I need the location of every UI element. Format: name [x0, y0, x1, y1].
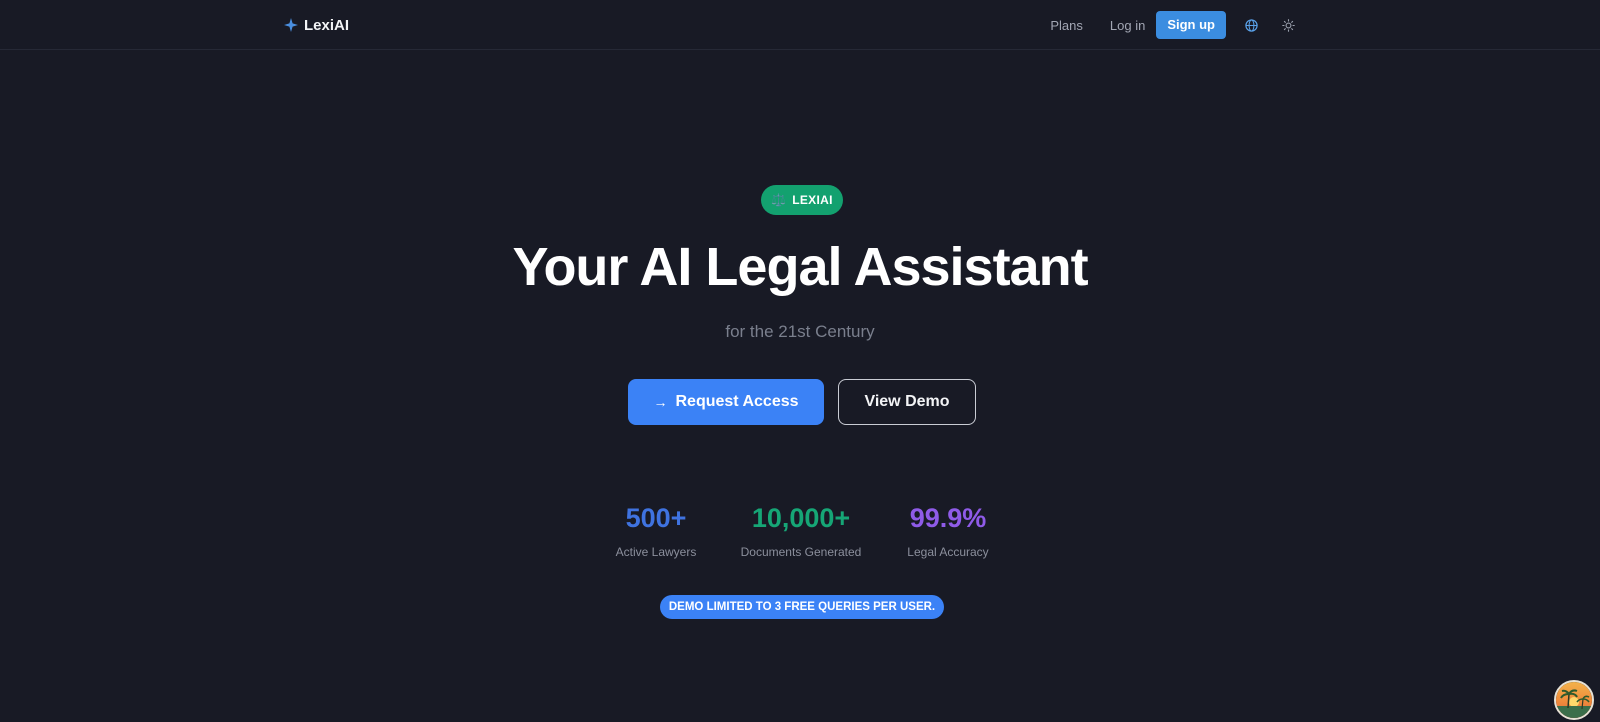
stat-value: 99.9%	[909, 503, 987, 533]
stat-label: Active Lawyers	[615, 545, 697, 559]
stat-documents-generated: 10,000+ Documents Generated	[730, 500, 872, 559]
product-badge: ⚖️ LEXIAI	[761, 185, 843, 215]
stat-active-lawyers: 500+ Active Lawyers	[606, 500, 706, 559]
nav-link-login[interactable]: Log in	[1110, 18, 1145, 33]
scales-icon: ⚖️	[771, 193, 787, 207]
top-navbar: LexiAI Plans Log in Sign up	[0, 0, 1600, 50]
hero-title: Your AI Legal Assistant	[512, 237, 1088, 297]
landing-page: LexiAI Plans Log in Sign up ⚖️ LEXIAI Yo…	[0, 0, 1600, 722]
stat-label: Documents Generated	[740, 545, 862, 559]
view-demo-button[interactable]: View Demo	[838, 379, 976, 425]
signup-button[interactable]: Sign up	[1156, 11, 1226, 39]
demo-limit-notice: DEMO LIMITED TO 3 FREE QUERIES PER USER.	[660, 595, 944, 619]
badge-label: LEXIAI	[792, 193, 833, 207]
hero-subtitle: for the 21st Century	[725, 322, 875, 341]
avatar[interactable]	[1554, 680, 1594, 720]
stat-legal-accuracy: 99.9% Legal Accuracy	[896, 500, 1000, 559]
header-nav: Plans Log in Sign up	[1050, 11, 1296, 39]
request-access-button[interactable]: → Request Access	[628, 379, 824, 425]
stat-label: Legal Accuracy	[907, 545, 989, 559]
brand-name: LexiAI	[304, 16, 350, 34]
stat-value: 500+	[625, 503, 687, 533]
sun-icon[interactable]	[1280, 17, 1296, 33]
globe-icon[interactable]	[1243, 17, 1259, 33]
nav-link-plans[interactable]: Plans	[1050, 18, 1083, 33]
stat-value: 10,000+	[751, 503, 851, 533]
arrow-right-icon: →	[653, 394, 668, 410]
request-access-label: Request Access	[675, 393, 799, 410]
sparkle-icon	[284, 18, 298, 32]
brand-logo-link[interactable]: LexiAI	[284, 14, 349, 36]
